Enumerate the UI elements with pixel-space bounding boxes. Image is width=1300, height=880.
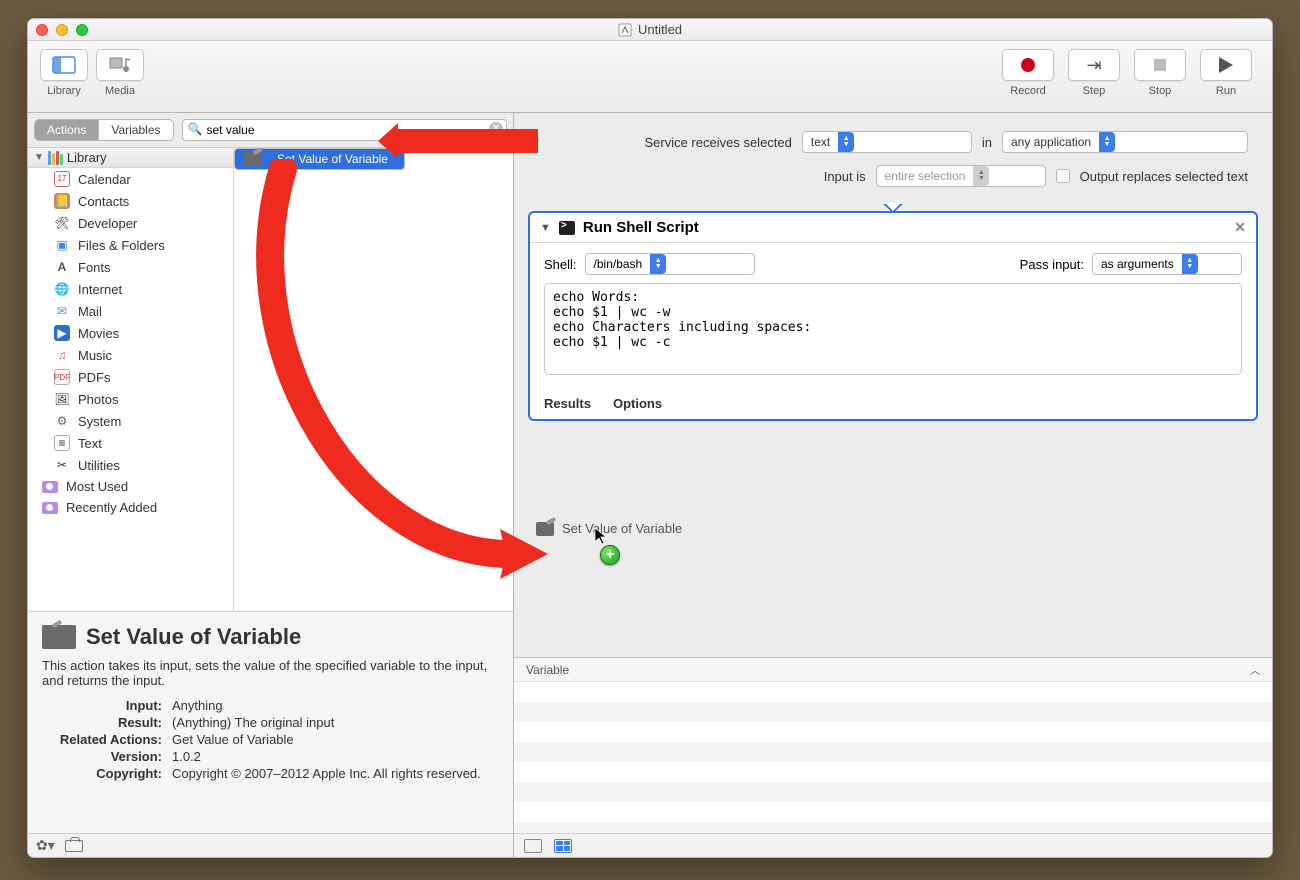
recently-added-group[interactable]: Recently Added [28, 497, 233, 518]
disclosure-triangle-icon[interactable]: ▼ [540, 222, 551, 234]
clear-search-button[interactable]: ✕ [489, 122, 503, 136]
drop-target-icon[interactable] [65, 840, 83, 852]
remove-action-button[interactable]: ✕ [1234, 219, 1246, 236]
options-tab[interactable]: Options [613, 396, 662, 411]
category-developer[interactable]: 🛠Developer [28, 212, 233, 234]
category-music[interactable]: ♫Music [28, 344, 233, 366]
category-mail[interactable]: ✉︎Mail [28, 300, 233, 322]
category-utilities[interactable]: ✂︎Utilities [28, 454, 233, 476]
library-toolbar-label: Library [47, 85, 81, 97]
step-button[interactable]: ⇥Step [1068, 49, 1120, 97]
receives-label: Service receives selected [644, 135, 791, 150]
action-icon [536, 522, 554, 536]
most-used-group[interactable]: Most Used [28, 476, 233, 497]
gear-menu-button[interactable]: ✿▾ [36, 837, 55, 854]
category-files-folders[interactable]: ▣Files & Folders [28, 234, 233, 256]
action-results-list[interactable]: Set Value of Variable [234, 148, 513, 611]
media-toolbar-label: Media [105, 85, 135, 97]
results-tab[interactable]: Results [544, 396, 591, 411]
add-badge-icon: + [600, 545, 620, 565]
library-icon [52, 56, 76, 74]
actions-variables-segmented[interactable]: Actions Variables [34, 119, 174, 141]
category-photos[interactable]: 🖼Photos [28, 388, 233, 410]
category-contacts[interactable]: 📒Contacts [28, 190, 233, 212]
variables-list[interactable] [514, 682, 1272, 833]
collapse-panel-icon[interactable]: ︿ [1250, 662, 1260, 677]
library-icon [48, 151, 63, 165]
shell-script-textarea[interactable] [544, 283, 1242, 375]
category-text[interactable]: ≡Text [28, 432, 233, 454]
stop-button[interactable]: Stop [1134, 49, 1186, 97]
library-root[interactable]: ▼ Library [28, 148, 233, 168]
record-button[interactable]: Record [1002, 49, 1054, 97]
run-button[interactable]: Run [1200, 49, 1252, 97]
category-movies[interactable]: ▶︎Movies [28, 322, 233, 344]
variables-panel[interactable]: Variable ︿ [514, 657, 1272, 833]
output-replaces-checkbox[interactable] [1056, 169, 1070, 183]
library-toolbar-button[interactable]: Library [40, 49, 88, 97]
application-select[interactable]: any application▲▼ [1002, 131, 1248, 153]
input-is-label: Input is [824, 169, 866, 184]
category-tree[interactable]: ▼ Library 17Calendar📒Contacts🛠Developer▣… [28, 148, 234, 611]
automator-doc-icon [618, 23, 632, 37]
media-toolbar-button[interactable]: Media [96, 49, 144, 97]
result-set-value-of-variable[interactable]: Set Value of Variable [234, 148, 405, 170]
record-icon [1021, 58, 1035, 72]
terminal-icon [559, 221, 575, 235]
cursor-icon [594, 527, 608, 545]
description-title: Set Value of Variable [86, 624, 301, 650]
description-body: This action takes its input, sets the va… [42, 658, 499, 688]
drag-ghost-action: Set Value of Variable + [536, 521, 682, 536]
smart-folder-icon [42, 481, 58, 493]
run-shell-script-action[interactable]: ▼ Run Shell Script ✕ Shell: /bin/bash▲▼ … [528, 211, 1258, 421]
in-label: in [982, 135, 992, 150]
output-replaces-label: Output replaces selected text [1080, 169, 1248, 184]
step-icon: ⇥ [1086, 55, 1101, 76]
action-icon [42, 625, 76, 649]
variable-column-header[interactable]: Variable [526, 663, 569, 677]
variables-tab[interactable]: Variables [98, 120, 172, 140]
log-view-button[interactable] [524, 839, 542, 853]
app-window: Untitled Library Media Record ⇥Step Stop… [27, 18, 1273, 858]
service-options-bar: Service receives selected text▲▼ in any … [514, 113, 1272, 201]
workflow-panel: Service receives selected text▲▼ in any … [514, 113, 1272, 857]
media-icon [108, 56, 132, 74]
run-icon [1219, 57, 1233, 73]
left-status-bar: ✿▾ [28, 833, 513, 857]
input-connector-icon [883, 204, 903, 216]
shell-select[interactable]: /bin/bash▲▼ [585, 253, 755, 275]
input-is-select: entire selection▲▼ [876, 165, 1046, 187]
category-pdfs[interactable]: PDFPDFs [28, 366, 233, 388]
smart-folder-icon [42, 502, 58, 514]
pass-input-select[interactable]: as arguments▲▼ [1092, 253, 1242, 275]
action-description: Set Value of Variable This action takes … [28, 611, 513, 833]
variables-view-button[interactable] [554, 839, 572, 853]
titlebar: Untitled [28, 19, 1272, 41]
category-internet[interactable]: 🌐Internet [28, 278, 233, 300]
pass-input-label: Pass input: [1020, 257, 1084, 272]
category-calendar[interactable]: 17Calendar [28, 168, 233, 190]
action-icon [243, 152, 261, 166]
library-panel: Actions Variables 🔍 ✕ ▼ Library 17Cale [28, 113, 514, 857]
action-search[interactable]: 🔍 ✕ [182, 119, 508, 141]
disclosure-triangle-icon[interactable]: ▼ [34, 152, 44, 163]
category-system[interactable]: ⚙︎System [28, 410, 233, 432]
right-status-bar [514, 833, 1272, 857]
stop-icon [1154, 59, 1166, 71]
workflow-canvas[interactable]: ▼ Run Shell Script ✕ Shell: /bin/bash▲▼ … [514, 201, 1272, 657]
shell-label: Shell: [544, 257, 577, 272]
search-icon: 🔍 [188, 122, 203, 136]
toolbar: Library Media Record ⇥Step Stop Run [28, 41, 1272, 113]
category-fonts[interactable]: AFonts [28, 256, 233, 278]
window-title: Untitled [28, 22, 1272, 37]
search-input[interactable] [182, 119, 508, 141]
receives-type-select[interactable]: text▲▼ [802, 131, 972, 153]
actions-tab[interactable]: Actions [35, 120, 98, 140]
action-title: Run Shell Script [583, 219, 699, 236]
